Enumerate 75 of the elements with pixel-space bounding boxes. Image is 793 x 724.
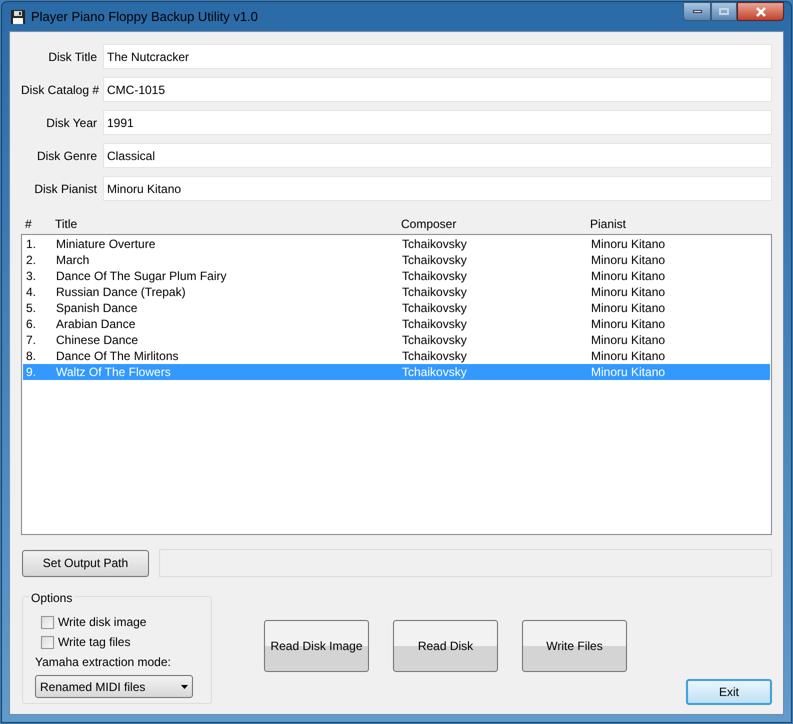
table-cell: Tchaikovsky [402, 365, 467, 379]
table-cell: Tchaikovsky [402, 237, 467, 251]
table-cell: 6. [26, 317, 36, 331]
table-cell: Miniature Overture [56, 237, 156, 251]
table-cell: 7. [26, 333, 36, 347]
table-row[interactable]: 7. Chinese Dance Tchaikovsky Minoru Kitano [23, 332, 770, 348]
table-cell: 5. [26, 301, 36, 315]
field-label: Disk Genre [36, 148, 98, 164]
text-field[interactable]: The Nutcracker [103, 44, 772, 69]
table-cell: 9. [26, 365, 36, 379]
table-cell: Minoru Kitano [591, 317, 666, 331]
mode-label: Yamaha extraction mode: [35, 655, 171, 669]
table-cell: 2. [26, 253, 36, 267]
column-header: Title [55, 217, 78, 231]
checkbox[interactable] [41, 616, 54, 628]
table-cell: Minoru Kitano [591, 269, 666, 283]
table-cell: 4. [26, 285, 36, 299]
field-label: Disk Pianist [33, 180, 98, 198]
maximize-button[interactable] [711, 2, 737, 21]
table-row[interactable]: 4. Russian Dance (Trepak) Tchaikovsky Minoru Kitano [23, 284, 770, 300]
text-field[interactable]: Minoru Kitano [103, 176, 772, 201]
column-header: Pianist [590, 217, 626, 231]
table-cell: Dance Of The Sugar Plum Fairy [56, 269, 227, 283]
field-label: Disk Title [47, 48, 98, 66]
checkbox[interactable] [41, 636, 54, 648]
table-cell: 3. [26, 269, 36, 283]
table-cell: Tchaikovsky [402, 333, 467, 347]
close-button[interactable] [737, 2, 784, 21]
table-cell: Minoru Kitano [591, 285, 666, 299]
checkbox-label: Write disk image [58, 614, 146, 631]
set-output-path-button[interactable]: Set Output Path [22, 550, 149, 576]
field-label: Disk Catalog # [21, 82, 100, 98]
table-cell: Tchaikovsky [402, 317, 467, 331]
action-button[interactable]: Read Disk [393, 620, 498, 672]
column-header: Composer [401, 217, 456, 231]
table-row[interactable]: 2. March Tchaikovsky Minoru Kitano [23, 252, 770, 268]
table-row[interactable]: 5. Spanish Dance Tchaikovsky Minoru Kitano [23, 300, 770, 316]
table-cell: 1. [26, 237, 36, 251]
table-row[interactable]: 6. Arabian Dance Tchaikovsky Minoru Kitano [23, 316, 770, 332]
exit-button[interactable]: Exit [686, 679, 772, 705]
action-button[interactable]: Write Files [522, 620, 627, 672]
table-cell: Minoru Kitano [591, 237, 666, 251]
table-row[interactable]: 8. Dance Of The Mirlitons Tchaikovsky Minoru Kitano [23, 348, 770, 364]
table-cell: Minoru Kitano [591, 333, 666, 347]
table-row[interactable]: 1. Miniature Overture Tchaikovsky Minoru Kitano [23, 236, 770, 252]
table-cell: Tchaikovsky [402, 285, 467, 299]
mode-dropdown[interactable]: Renamed MIDI files [35, 675, 193, 698]
table-row[interactable]: 3. Dance Of The Sugar Plum Fairy Tchaikovsky Minoru Kitano [23, 268, 770, 284]
text-field[interactable]: CMC-1015 [103, 77, 772, 102]
checkbox-label: Write tag files [58, 634, 130, 651]
text-field[interactable]: 1991 [103, 110, 772, 135]
column-header: # [25, 217, 32, 231]
field-label: Disk Year [45, 114, 98, 132]
table-cell: Arabian Dance [56, 317, 136, 331]
text-field[interactable]: Classical [103, 143, 772, 168]
table-cell: Russian Dance (Trepak) [56, 285, 186, 299]
table-cell: Minoru Kitano [591, 349, 666, 363]
table-cell: Chinese Dance [56, 333, 138, 347]
window-title: Player Piano Floppy Backup Utility v1.0 [31, 8, 258, 26]
table-cell: Tchaikovsky [402, 269, 467, 283]
table-cell: Tchaikovsky [402, 301, 467, 315]
table-cell: Tchaikovsky [402, 349, 467, 363]
table-cell: Dance Of The Mirlitons [56, 349, 178, 363]
table-cell: March [56, 253, 90, 267]
minimize-button[interactable] [683, 2, 711, 21]
table-cell: Tchaikovsky [402, 253, 467, 267]
table-cell: Minoru Kitano [591, 301, 666, 315]
table-cell: Minoru Kitano [591, 253, 666, 267]
table-cell: Minoru Kitano [591, 365, 666, 379]
close-icon [754, 6, 766, 16]
table-cell: Spanish Dance [56, 301, 138, 315]
action-button[interactable]: Read Disk Image [264, 620, 369, 672]
table-cell: 8. [26, 349, 36, 363]
table-cell: Waltz Of The Flowers [56, 365, 171, 379]
dropdown-arrow-icon [181, 684, 188, 688]
